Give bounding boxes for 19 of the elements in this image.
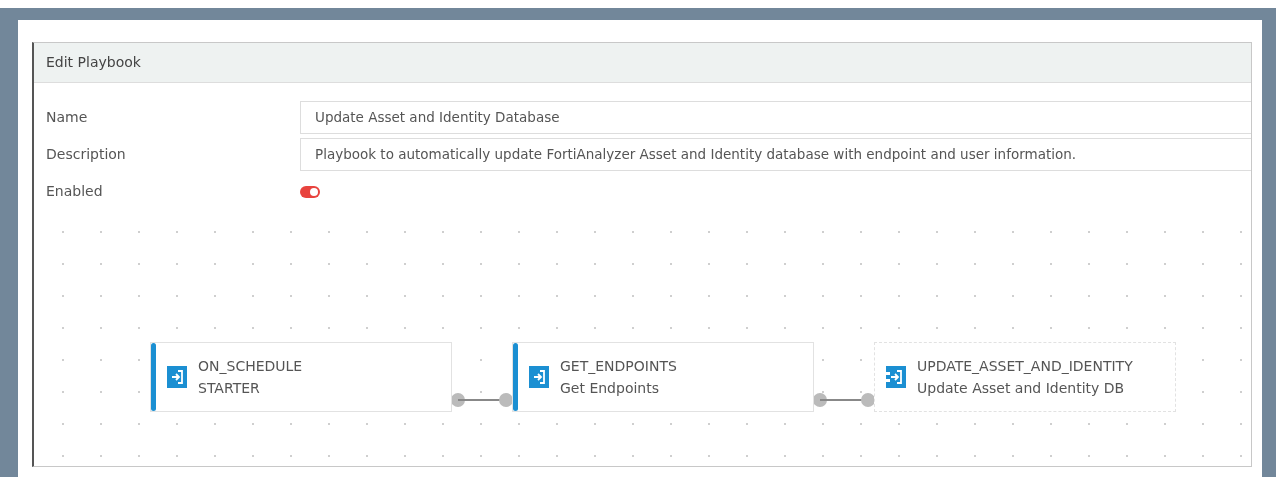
node-name: ON_SCHEDULE xyxy=(198,356,303,376)
playbook-node[interactable]: ON_SCHEDULE STARTER xyxy=(150,342,452,412)
field-label: Enabled xyxy=(46,182,104,201)
text-field[interactable]: Playbook to automatically update FortiAnalyzer Asset and Identity database with endpoint and user information. xyxy=(300,138,1251,171)
panel-title: Edit Playbook xyxy=(46,53,141,72)
field-label: Description xyxy=(46,145,127,164)
node-subtitle: STARTER xyxy=(198,379,261,398)
node-subtitle: Get Endpoints xyxy=(560,379,660,398)
enter-icon xyxy=(166,365,188,389)
node-name: UPDATE_ASSET_AND_IDENTITY xyxy=(917,356,1133,376)
playbook-node[interactable]: UPDATE_ASSET_AND_IDENTITY Update Asset and Identity DB xyxy=(874,342,1176,412)
enter-icon xyxy=(885,365,907,389)
text-field[interactable]: Update Asset and Identity Database xyxy=(300,101,1251,134)
enter-icon xyxy=(528,365,550,389)
node-subtitle: Update Asset and Identity DB xyxy=(917,379,1126,398)
field-label: Name xyxy=(46,108,89,127)
playbook-node[interactable]: GET_ENDPOINTS Get Endpoints xyxy=(512,342,814,412)
node-name: GET_ENDPOINTS xyxy=(560,356,677,376)
toggle-switch[interactable] xyxy=(300,185,320,198)
